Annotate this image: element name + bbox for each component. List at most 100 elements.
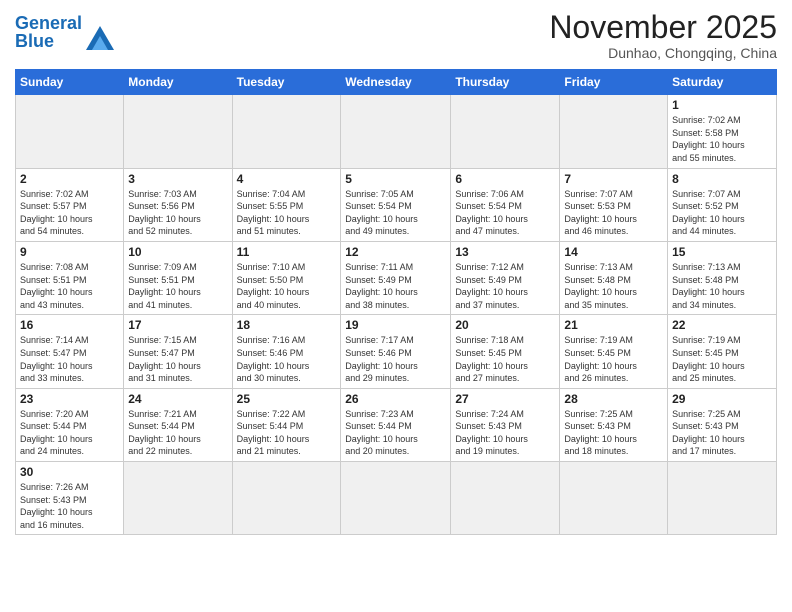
day-number: 20 (455, 318, 555, 332)
month-title: November 2025 (549, 10, 777, 45)
calendar-cell: 14 Sunrise: 7:13 AMSunset: 5:48 PMDayligh… (560, 241, 668, 314)
calendar-cell: 21Sunrise: 7:19 AMSunset: 5:45 PMDayligh… (560, 315, 668, 388)
page: General Blue November 2025 Dunhao, Chong… (0, 0, 792, 545)
calendar-cell: 1Sunrise: 7:02 AMSunset: 5:58 PMDaylight… (668, 95, 777, 168)
day-number: 14 (564, 245, 663, 259)
logo-general: General (15, 13, 82, 33)
calendar-cell: 26 Sunrise: 7:23 AMSunset: 5:44 PMDayligh… (341, 388, 451, 461)
calendar-cell: 28 Sunrise: 7:25 AMSunset: 5:43 PMDayligh… (560, 388, 668, 461)
calendar-cell: 16Sunrise: 7:14 AMSunset: 5:47 PMDayligh… (16, 315, 124, 388)
day-info: Sunrise: 7:24 AMSunset: 5:43 PMDaylight:… (455, 408, 555, 458)
col-wednesday: Wednesday (341, 70, 451, 95)
calendar-cell: 5 Sunrise: 7:05 AMSunset: 5:54 PMDaylight… (341, 168, 451, 241)
day-info: Sunrise: 7:08 AMSunset: 5:51 PMDaylight:… (20, 261, 119, 311)
calendar-week-row: 16Sunrise: 7:14 AMSunset: 5:47 PMDayligh… (16, 315, 777, 388)
day-info: Sunrise: 7:03 AMSunset: 5:56 PMDaylight:… (128, 188, 227, 238)
calendar-cell: 3Sunrise: 7:03 AMSunset: 5:56 PMDaylight… (124, 168, 232, 241)
calendar-week-row: 1Sunrise: 7:02 AMSunset: 5:58 PMDaylight… (16, 95, 777, 168)
calendar-cell (560, 95, 668, 168)
day-info: Sunrise: 7:07 AMSunset: 5:53 PMDaylight:… (564, 188, 663, 238)
day-number: 16 (20, 318, 119, 332)
day-number: 27 (455, 392, 555, 406)
calendar-cell (232, 95, 341, 168)
day-info: Sunrise: 7:02 AMSunset: 5:58 PMDaylight:… (672, 114, 772, 164)
calendar-table: Sunday Monday Tuesday Wednesday Thursday… (15, 69, 777, 535)
title-block: November 2025 Dunhao, Chongqing, China (549, 10, 777, 61)
calendar-cell (232, 462, 341, 535)
calendar-week-row: 30 Sunrise: 7:26 AMSunset: 5:43 PMDayligh… (16, 462, 777, 535)
day-number: 18 (237, 318, 337, 332)
logo-text: General (15, 14, 82, 32)
calendar-week-row: 9 Sunrise: 7:08 AMSunset: 5:51 PMDaylight… (16, 241, 777, 314)
calendar-cell: 29 Sunrise: 7:25 AMSunset: 5:43 PMDayligh… (668, 388, 777, 461)
day-info: Sunrise: 7:26 AMSunset: 5:43 PMDaylight:… (20, 481, 119, 531)
calendar-cell (124, 462, 232, 535)
day-number: 26 (345, 392, 446, 406)
calendar-cell (341, 462, 451, 535)
day-info: Sunrise: 7:25 AMSunset: 5:43 PMDaylight:… (672, 408, 772, 458)
col-thursday: Thursday (451, 70, 560, 95)
calendar-cell: 19 Sunrise: 7:17 AMSunset: 5:46 PMDayligh… (341, 315, 451, 388)
calendar-cell: 25Sunrise: 7:22 AMSunset: 5:44 PMDayligh… (232, 388, 341, 461)
calendar-cell (341, 95, 451, 168)
logo: General Blue (15, 10, 114, 50)
calendar-cell (451, 462, 560, 535)
calendar-cell: 27 Sunrise: 7:24 AMSunset: 5:43 PMDayligh… (451, 388, 560, 461)
day-number: 28 (564, 392, 663, 406)
day-number: 4 (237, 172, 337, 186)
day-number: 21 (564, 318, 663, 332)
day-number: 7 (564, 172, 663, 186)
col-sunday: Sunday (16, 70, 124, 95)
day-number: 6 (455, 172, 555, 186)
day-info: Sunrise: 7:20 AMSunset: 5:44 PMDaylight:… (20, 408, 119, 458)
calendar-cell: 9 Sunrise: 7:08 AMSunset: 5:51 PMDaylight… (16, 241, 124, 314)
day-number: 11 (237, 245, 337, 259)
calendar-cell (124, 95, 232, 168)
logo-icon (86, 26, 114, 50)
day-info: Sunrise: 7:22 AMSunset: 5:44 PMDaylight:… (237, 408, 337, 458)
day-info: Sunrise: 7:05 AMSunset: 5:54 PMDaylight:… (345, 188, 446, 238)
day-number: 15 (672, 245, 772, 259)
calendar-cell: 18 Sunrise: 7:16 AMSunset: 5:46 PMDayligh… (232, 315, 341, 388)
day-info: Sunrise: 7:16 AMSunset: 5:46 PMDaylight:… (237, 334, 337, 384)
day-number: 5 (345, 172, 446, 186)
day-info: Sunrise: 7:19 AMSunset: 5:45 PMDaylight:… (672, 334, 772, 384)
day-info: Sunrise: 7:15 AMSunset: 5:47 PMDaylight:… (128, 334, 227, 384)
calendar-week-row: 23 Sunrise: 7:20 AMSunset: 5:44 PMDayligh… (16, 388, 777, 461)
day-info: Sunrise: 7:02 AMSunset: 5:57 PMDaylight:… (20, 188, 119, 238)
day-number: 19 (345, 318, 446, 332)
day-info: Sunrise: 7:23 AMSunset: 5:44 PMDaylight:… (345, 408, 446, 458)
day-number: 12 (345, 245, 446, 259)
day-info: Sunrise: 7:17 AMSunset: 5:46 PMDaylight:… (345, 334, 446, 384)
calendar-cell: 10Sunrise: 7:09 AMSunset: 5:51 PMDayligh… (124, 241, 232, 314)
day-info: Sunrise: 7:13 AMSunset: 5:48 PMDaylight:… (564, 261, 663, 311)
calendar-cell: 11 Sunrise: 7:10 AMSunset: 5:50 PMDayligh… (232, 241, 341, 314)
day-number: 2 (20, 172, 119, 186)
calendar-cell (451, 95, 560, 168)
day-info: Sunrise: 7:13 AMSunset: 5:48 PMDaylight:… (672, 261, 772, 311)
day-info: Sunrise: 7:10 AMSunset: 5:50 PMDaylight:… (237, 261, 337, 311)
day-number: 29 (672, 392, 772, 406)
day-number: 30 (20, 465, 119, 479)
calendar-cell: 24Sunrise: 7:21 AMSunset: 5:44 PMDayligh… (124, 388, 232, 461)
day-number: 23 (20, 392, 119, 406)
calendar-week-row: 2 Sunrise: 7:02 AMSunset: 5:57 PMDaylight… (16, 168, 777, 241)
calendar-header-row: Sunday Monday Tuesday Wednesday Thursday… (16, 70, 777, 95)
calendar-cell: 23 Sunrise: 7:20 AMSunset: 5:44 PMDayligh… (16, 388, 124, 461)
calendar-cell (560, 462, 668, 535)
calendar-cell: 6Sunrise: 7:06 AMSunset: 5:54 PMDaylight… (451, 168, 560, 241)
day-info: Sunrise: 7:07 AMSunset: 5:52 PMDaylight:… (672, 188, 772, 238)
day-info: Sunrise: 7:25 AMSunset: 5:43 PMDaylight:… (564, 408, 663, 458)
calendar-cell: 20Sunrise: 7:18 AMSunset: 5:45 PMDayligh… (451, 315, 560, 388)
header: General Blue November 2025 Dunhao, Chong… (15, 10, 777, 61)
col-tuesday: Tuesday (232, 70, 341, 95)
day-number: 9 (20, 245, 119, 259)
calendar-cell: 17Sunrise: 7:15 AMSunset: 5:47 PMDayligh… (124, 315, 232, 388)
calendar-cell: 4Sunrise: 7:04 AMSunset: 5:55 PMDaylight… (232, 168, 341, 241)
col-friday: Friday (560, 70, 668, 95)
location: Dunhao, Chongqing, China (549, 45, 777, 61)
calendar-body: 1Sunrise: 7:02 AMSunset: 5:58 PMDaylight… (16, 95, 777, 535)
day-info: Sunrise: 7:21 AMSunset: 5:44 PMDaylight:… (128, 408, 227, 458)
col-saturday: Saturday (668, 70, 777, 95)
calendar-cell: 22Sunrise: 7:19 AMSunset: 5:45 PMDayligh… (668, 315, 777, 388)
